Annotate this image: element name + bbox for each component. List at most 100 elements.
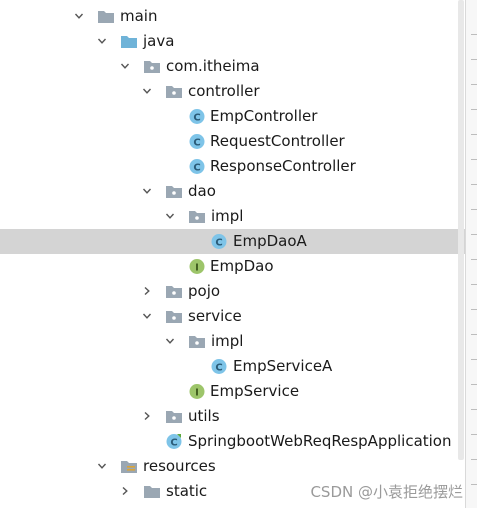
chevron-down-icon[interactable]: [120, 61, 130, 71]
gutter-tick: [471, 59, 477, 60]
gutter-tick: [471, 84, 477, 85]
tree-node-com-itheima[interactable]: com.itheima: [0, 54, 465, 79]
folder-icon: [97, 8, 115, 25]
tree-node-empdao[interactable]: I EmpDao: [0, 254, 465, 279]
svg-text:C: C: [170, 437, 177, 448]
chevron-right-icon[interactable]: [120, 486, 130, 496]
chevron-down-icon[interactable]: [142, 86, 152, 96]
gutter-tick: [471, 409, 477, 410]
gutter-tick: [471, 334, 477, 335]
tree-node-responsecontroller[interactable]: C ResponseController: [0, 154, 465, 179]
chevron-down-icon[interactable]: [142, 186, 152, 196]
project-tree: main java com.itheima controller C EmpCo…: [0, 0, 465, 508]
gutter-tick: [471, 459, 477, 460]
tree-node-label: java: [143, 32, 175, 50]
tree-node-empdaoa[interactable]: C EmpDaoA: [0, 229, 465, 254]
chevron-right-icon[interactable]: [142, 411, 152, 421]
tree-node-label: RequestController: [210, 132, 345, 150]
tree-node-label: EmpDaoA: [233, 232, 307, 250]
interface-icon: I: [188, 383, 206, 400]
chevron-down-icon[interactable]: [74, 11, 84, 21]
package-icon: [165, 83, 183, 100]
tree-node-label: EmpServiceA: [233, 357, 333, 375]
svg-text:C: C: [215, 362, 222, 373]
tree-node-dao-impl[interactable]: impl: [0, 204, 465, 229]
gutter-tick: [471, 259, 477, 260]
tree-node-label: impl: [211, 332, 244, 350]
class-icon: C: [210, 358, 228, 375]
chevron-down-icon[interactable]: [97, 461, 107, 471]
gutter-tick: [471, 309, 477, 310]
gutter-tick: [471, 134, 477, 135]
interface-icon: I: [188, 258, 206, 275]
tree-node-label: resources: [143, 457, 216, 475]
tree-node-utils[interactable]: utils: [0, 404, 465, 429]
svg-text:C: C: [193, 137, 200, 148]
tree-node-dao[interactable]: dao: [0, 179, 465, 204]
gutter-tick: [471, 284, 477, 285]
tree-node-service-impl[interactable]: impl: [0, 329, 465, 354]
source-folder-icon: [120, 33, 138, 50]
tree-node-label: EmpService: [210, 382, 300, 400]
tree-node-label: service: [188, 307, 242, 325]
svg-text:I: I: [195, 262, 199, 273]
watermark: CSDN @小袁拒绝摆烂: [310, 483, 463, 501]
chevron-down-icon[interactable]: [165, 336, 175, 346]
package-icon: [165, 308, 183, 325]
package-icon: [165, 408, 183, 425]
class-icon: C: [188, 133, 206, 150]
tree-node-pojo[interactable]: pojo: [0, 279, 465, 304]
tree-node-label: com.itheima: [166, 57, 260, 75]
chevron-down-icon[interactable]: [142, 311, 152, 321]
gutter-tick: [471, 159, 477, 160]
gutter-tick: [471, 34, 477, 35]
svg-text:C: C: [193, 162, 200, 173]
spring-boot-class-icon: C: [165, 433, 183, 450]
package-icon: [143, 58, 161, 75]
tree-node-empservice[interactable]: I EmpService: [0, 379, 465, 404]
tree-node-resources[interactable]: resources: [0, 454, 465, 479]
svg-text:I: I: [195, 387, 199, 398]
package-icon: [188, 333, 206, 350]
gutter-tick: [471, 484, 477, 485]
svg-text:C: C: [193, 112, 200, 123]
tree-node-label: main: [120, 7, 158, 25]
gutter-tick: [471, 359, 477, 360]
project-tool-window: main java com.itheima controller C EmpCo…: [0, 0, 477, 508]
package-icon: [188, 208, 206, 225]
package-icon: [165, 183, 183, 200]
tree-node-empservicea[interactable]: C EmpServiceA: [0, 354, 465, 379]
tree-node-requestcontroller[interactable]: C RequestController: [0, 129, 465, 154]
vertical-scrollbar[interactable]: [458, 0, 464, 460]
chevron-right-icon[interactable]: [142, 286, 152, 296]
tree-node-label: dao: [188, 182, 216, 200]
chevron-down-icon[interactable]: [165, 211, 175, 221]
tree-node-label: controller: [188, 82, 260, 100]
gutter-tick: [471, 234, 477, 235]
tree-node-service[interactable]: service: [0, 304, 465, 329]
tree-node-controller[interactable]: controller: [0, 79, 465, 104]
gutter-tick: [471, 384, 477, 385]
gutter-tick: [471, 184, 477, 185]
tree-node-label: static: [166, 482, 208, 500]
tree-node-java[interactable]: java: [0, 29, 465, 54]
tree-node-label: SpringbootWebReqRespApplication: [188, 432, 452, 450]
class-icon: C: [188, 108, 206, 125]
tree-node-label: impl: [211, 207, 244, 225]
gutter-tick: [471, 434, 477, 435]
tree-node-label: utils: [188, 407, 220, 425]
tree-node-label: EmpController: [210, 107, 318, 125]
tree-node-main[interactable]: main: [0, 4, 465, 29]
tree-node-label: pojo: [188, 282, 221, 300]
chevron-down-icon[interactable]: [97, 36, 107, 46]
tree-node-springboot-application[interactable]: C SpringbootWebReqRespApplication: [0, 429, 465, 454]
gutter-tick: [471, 209, 477, 210]
tree-node-label: EmpDao: [210, 257, 274, 275]
class-icon: C: [188, 158, 206, 175]
folder-icon: [143, 483, 161, 500]
editor-gutter: [466, 0, 477, 508]
resources-folder-icon: [120, 458, 138, 475]
tree-node-empcontroller[interactable]: C EmpController: [0, 104, 465, 129]
tree-node-label: ResponseController: [210, 157, 356, 175]
gutter-tick: [471, 109, 477, 110]
